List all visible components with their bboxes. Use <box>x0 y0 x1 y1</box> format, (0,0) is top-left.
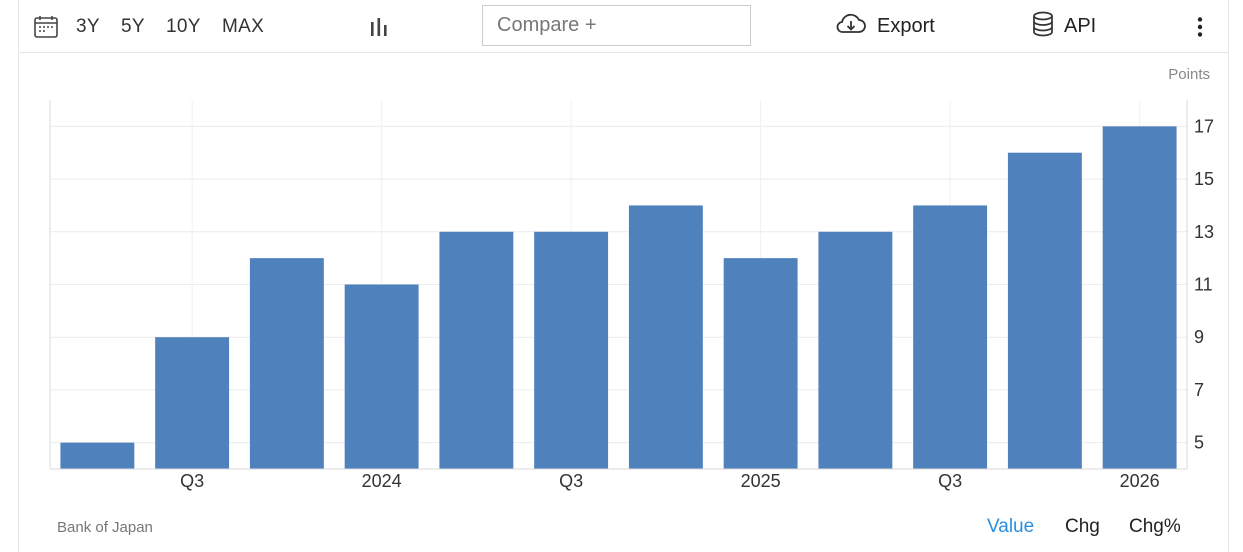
y-tick-label: 15 <box>1194 169 1214 189</box>
bar <box>1102 126 1177 469</box>
source-label: Bank of Japan <box>57 519 153 536</box>
bar <box>249 258 324 469</box>
y-tick-label: 5 <box>1194 433 1204 453</box>
bar <box>1007 152 1082 469</box>
x-tick-label: Q3 <box>559 471 583 491</box>
bar <box>155 337 230 469</box>
x-tick-label: 2025 <box>741 471 781 491</box>
bar <box>534 231 609 469</box>
bar <box>628 205 703 469</box>
x-tick-label: 2026 <box>1120 471 1160 491</box>
x-tick-label: Q3 <box>938 471 962 491</box>
y-tick-label: 11 <box>1194 275 1213 295</box>
tab-value[interactable]: Value <box>987 516 1034 538</box>
y-tick-label: 17 <box>1194 116 1214 136</box>
tab-chg-percent[interactable]: Chg% <box>1129 516 1181 538</box>
bar <box>60 442 135 469</box>
bar-chart: 5 7 9 11 13 15 17 Q3 2024 Q3 2025 Q3 2026 <box>49 100 1214 491</box>
bar <box>913 205 988 469</box>
y-tick-label: 13 <box>1194 222 1214 242</box>
y-tick-label: 7 <box>1194 380 1204 400</box>
bar <box>439 231 514 469</box>
y-tick-label: 9 <box>1194 327 1204 347</box>
x-tick-label: 2024 <box>362 471 402 491</box>
bar <box>344 284 419 469</box>
bar <box>723 258 798 469</box>
bar <box>818 231 893 469</box>
x-tick-label: Q3 <box>180 471 204 491</box>
tab-chg[interactable]: Chg <box>1065 516 1100 538</box>
